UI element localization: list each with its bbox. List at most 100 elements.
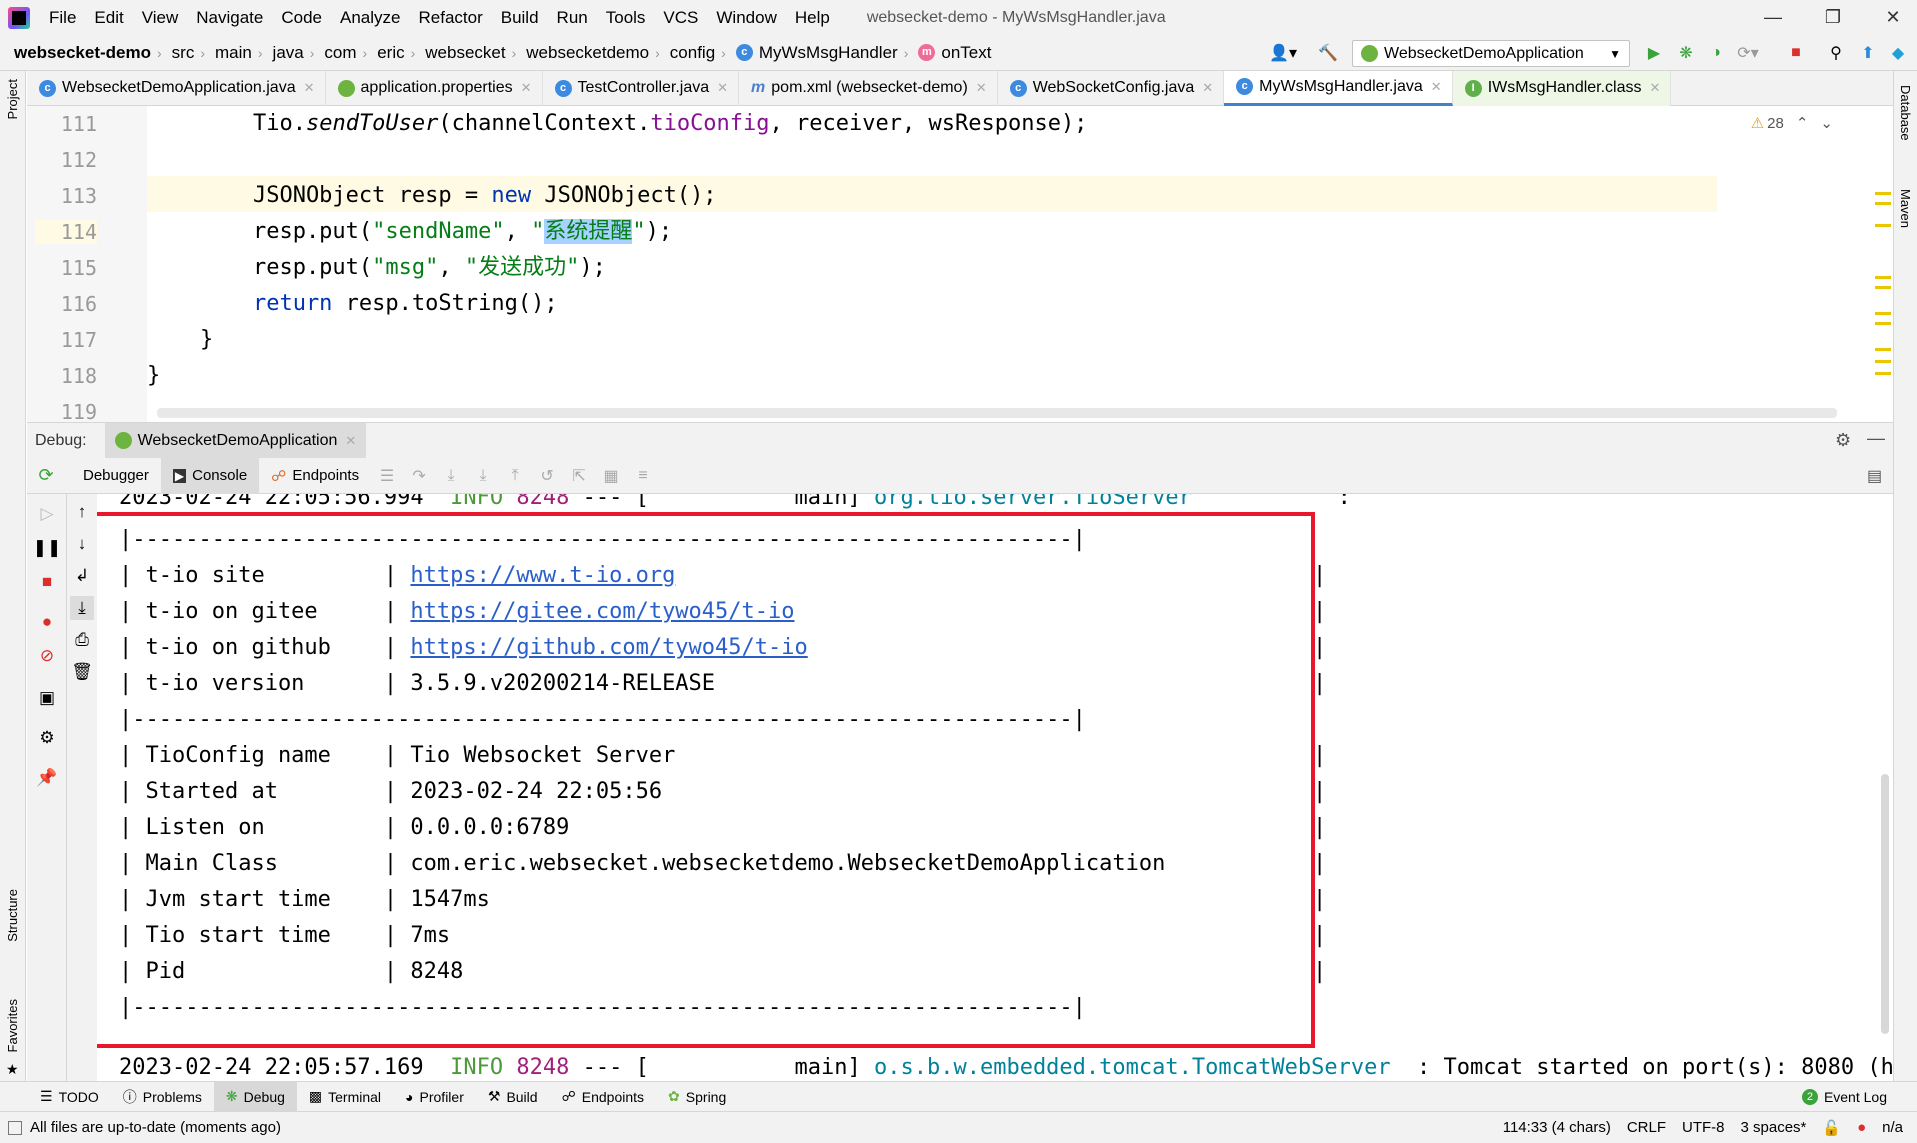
resume-icon[interactable]: ▷ (35, 502, 59, 526)
up-arrow-icon[interactable]: ↑ (70, 500, 94, 524)
coverage-icon[interactable]: ◑ (1706, 43, 1726, 63)
tab-my-ws-msg-handler[interactable]: c MyWsMsgHandler.java ✕ (1224, 70, 1453, 106)
build-hammer-icon[interactable]: 🔨 (1318, 43, 1338, 63)
hide-icon[interactable]: — (1867, 428, 1885, 449)
line-separator[interactable]: CRLF (1619, 1119, 1674, 1136)
breadcrumb-websecket[interactable]: websecket (417, 43, 509, 63)
horizontal-scrollbar[interactable] (157, 408, 1837, 418)
camera-icon[interactable]: ▣ (35, 686, 59, 710)
favorites-tool-button[interactable]: Favorites (5, 999, 20, 1052)
breadcrumb-class[interactable]: c MyWsMsgHandler (728, 43, 902, 63)
warning-stripe-mark[interactable] (1875, 322, 1891, 325)
breadcrumb-config[interactable]: config (662, 43, 719, 63)
trace-icon[interactable]: ≡ (627, 467, 659, 485)
chevron-down-icon[interactable]: ⌄ (1820, 114, 1833, 132)
profile-icon[interactable]: ⟳▾ (1737, 43, 1758, 63)
lock-icon[interactable]: 🔓 (1814, 1119, 1849, 1137)
code-editor[interactable]: 111 112 113 114 115 116 117 118 119 Tio.… (27, 106, 1893, 424)
menu-window[interactable]: Window (707, 0, 785, 35)
tab-websecket-demo-application[interactable]: c WebsecketDemoApplication.java ✕ (27, 70, 326, 106)
evaluate-expression-icon[interactable]: ▦ (595, 466, 627, 486)
profiler-tool-button[interactable]: ◕ Profiler (393, 1082, 476, 1112)
close-icon[interactable]: ✕ (976, 80, 987, 96)
tab-debugger[interactable]: Debugger (71, 458, 161, 494)
update-icon[interactable]: ⬆ (1858, 43, 1878, 63)
error-icon[interactable]: ● (1849, 1119, 1874, 1136)
view-breakpoints-icon[interactable]: ● (35, 610, 59, 634)
settings-gear-icon[interactable]: ⚙ (1835, 430, 1851, 451)
print-icon[interactable]: ⎙ (70, 628, 94, 652)
show-execution-point-icon[interactable]: ↷ (403, 466, 435, 486)
file-encoding[interactable]: UTF-8 (1674, 1119, 1733, 1136)
scroll-to-end-icon[interactable]: ⤓ (70, 596, 94, 620)
minimize-icon[interactable]: — (1750, 0, 1796, 35)
warning-stripe-mark[interactable] (1875, 202, 1891, 205)
breadcrumb-project[interactable]: websecket-demo (0, 43, 155, 63)
menu-code[interactable]: Code (272, 0, 331, 35)
debug-tool-button[interactable]: ❋ Debug (213, 1081, 297, 1112)
warning-stripe-mark[interactable] (1875, 360, 1891, 363)
event-log-button[interactable]: 2 Event Log (1790, 1082, 1917, 1112)
database-tool-button[interactable]: Database (1898, 85, 1913, 141)
mute-breakpoints-icon[interactable]: ⊘ (35, 644, 59, 668)
rerun-icon[interactable]: ⟳ (27, 465, 65, 486)
pause-icon[interactable]: ❚❚ (33, 536, 62, 560)
plugin-icon[interactable]: ◆ (1888, 43, 1908, 63)
close-icon[interactable]: ✕ (345, 433, 356, 449)
indent-setting[interactable]: 3 spaces* (1733, 1119, 1815, 1136)
tab-endpoints[interactable]: ☍ Endpoints (259, 458, 371, 494)
tab-test-controller[interactable]: c TestController.java ✕ (543, 70, 740, 106)
drop-frame-icon[interactable]: ⇱ (563, 466, 595, 486)
run-icon[interactable]: ▶ (1644, 43, 1664, 63)
warning-stripe-mark[interactable] (1875, 224, 1891, 227)
breadcrumb-method[interactable]: m onText (910, 43, 995, 63)
endpoints-tool-button[interactable]: ☍ Endpoints (550, 1082, 656, 1112)
menu-file[interactable]: File (40, 0, 85, 35)
close-window-icon[interactable]: ✕ (1870, 0, 1916, 35)
close-icon[interactable]: ✕ (521, 80, 532, 96)
tab-websocket-config[interactable]: c WebSocketConfig.java ✕ (998, 70, 1225, 106)
breadcrumb-com[interactable]: com (316, 43, 360, 63)
tab-pom-xml[interactable]: m pom.xml (websecket-demo) ✕ (739, 70, 998, 106)
menu-vcs[interactable]: VCS (654, 0, 707, 35)
todo-tool-button[interactable]: ☰ TODO (0, 1082, 111, 1112)
breadcrumb-java[interactable]: java (265, 43, 308, 63)
inspection-widget[interactable]: ⚠ 28 ⌃ ⌄ (1751, 114, 1833, 133)
tab-console[interactable]: ▶ Console (160, 457, 260, 494)
menu-build[interactable]: Build (492, 0, 548, 35)
step-into-icon[interactable]: ⤓ (467, 467, 499, 485)
restore-icon[interactable]: ❐ (1810, 0, 1856, 35)
project-tool-button[interactable]: Project (5, 79, 20, 119)
step-over-icon[interactable]: ⤓ (435, 467, 467, 485)
warning-stripe-mark[interactable] (1875, 276, 1891, 279)
maven-tool-button[interactable]: Maven (1898, 189, 1913, 228)
settings-gear-icon[interactable]: ⚙ (35, 726, 59, 750)
warning-stripe-mark[interactable] (1875, 286, 1891, 289)
console-output[interactable]: 2023-02-24 22:05:56.994 INFO 8248 --- [ … (97, 494, 1893, 1081)
search-icon[interactable]: ⚲ (1826, 43, 1846, 63)
warning-stripe-mark[interactable] (1875, 348, 1891, 351)
menu-refactor[interactable]: Refactor (409, 0, 491, 35)
close-icon[interactable]: ✕ (304, 80, 315, 96)
terminal-tool-button[interactable]: ▩ Terminal (297, 1082, 393, 1112)
user-icon[interactable]: 👤▾ (1266, 43, 1300, 63)
tab-iws-msg-handler[interactable]: I IWsMsgHandler.class ✕ (1452, 70, 1672, 106)
tab-application-properties[interactable]: application.properties ✕ (326, 70, 543, 106)
warning-stripe-mark[interactable] (1875, 372, 1891, 375)
chevron-up-icon[interactable]: ⌃ (1796, 114, 1809, 132)
trash-icon[interactable]: 🗑 (70, 660, 94, 684)
run-to-cursor-icon[interactable]: ↺ (531, 466, 563, 486)
close-icon[interactable]: ✕ (1650, 80, 1661, 96)
breadcrumb-eric[interactable]: eric (369, 43, 408, 63)
warning-stripe-mark[interactable] (1875, 192, 1891, 195)
menu-tools[interactable]: Tools (597, 0, 655, 35)
menu-help[interactable]: Help (786, 0, 839, 35)
menu-edit[interactable]: Edit (85, 0, 132, 35)
pin-icon[interactable]: 📌 (35, 766, 59, 790)
run-configuration-select[interactable]: WebsecketDemoApplication ▼ (1352, 40, 1630, 67)
vertical-scrollbar[interactable] (1881, 774, 1889, 1034)
build-tool-button[interactable]: ⚒ Build (476, 1082, 550, 1112)
warning-stripe-mark[interactable] (1875, 312, 1891, 315)
close-icon[interactable]: ✕ (1431, 79, 1442, 95)
problems-tool-button[interactable]: ⓘ Problems (111, 1082, 214, 1112)
